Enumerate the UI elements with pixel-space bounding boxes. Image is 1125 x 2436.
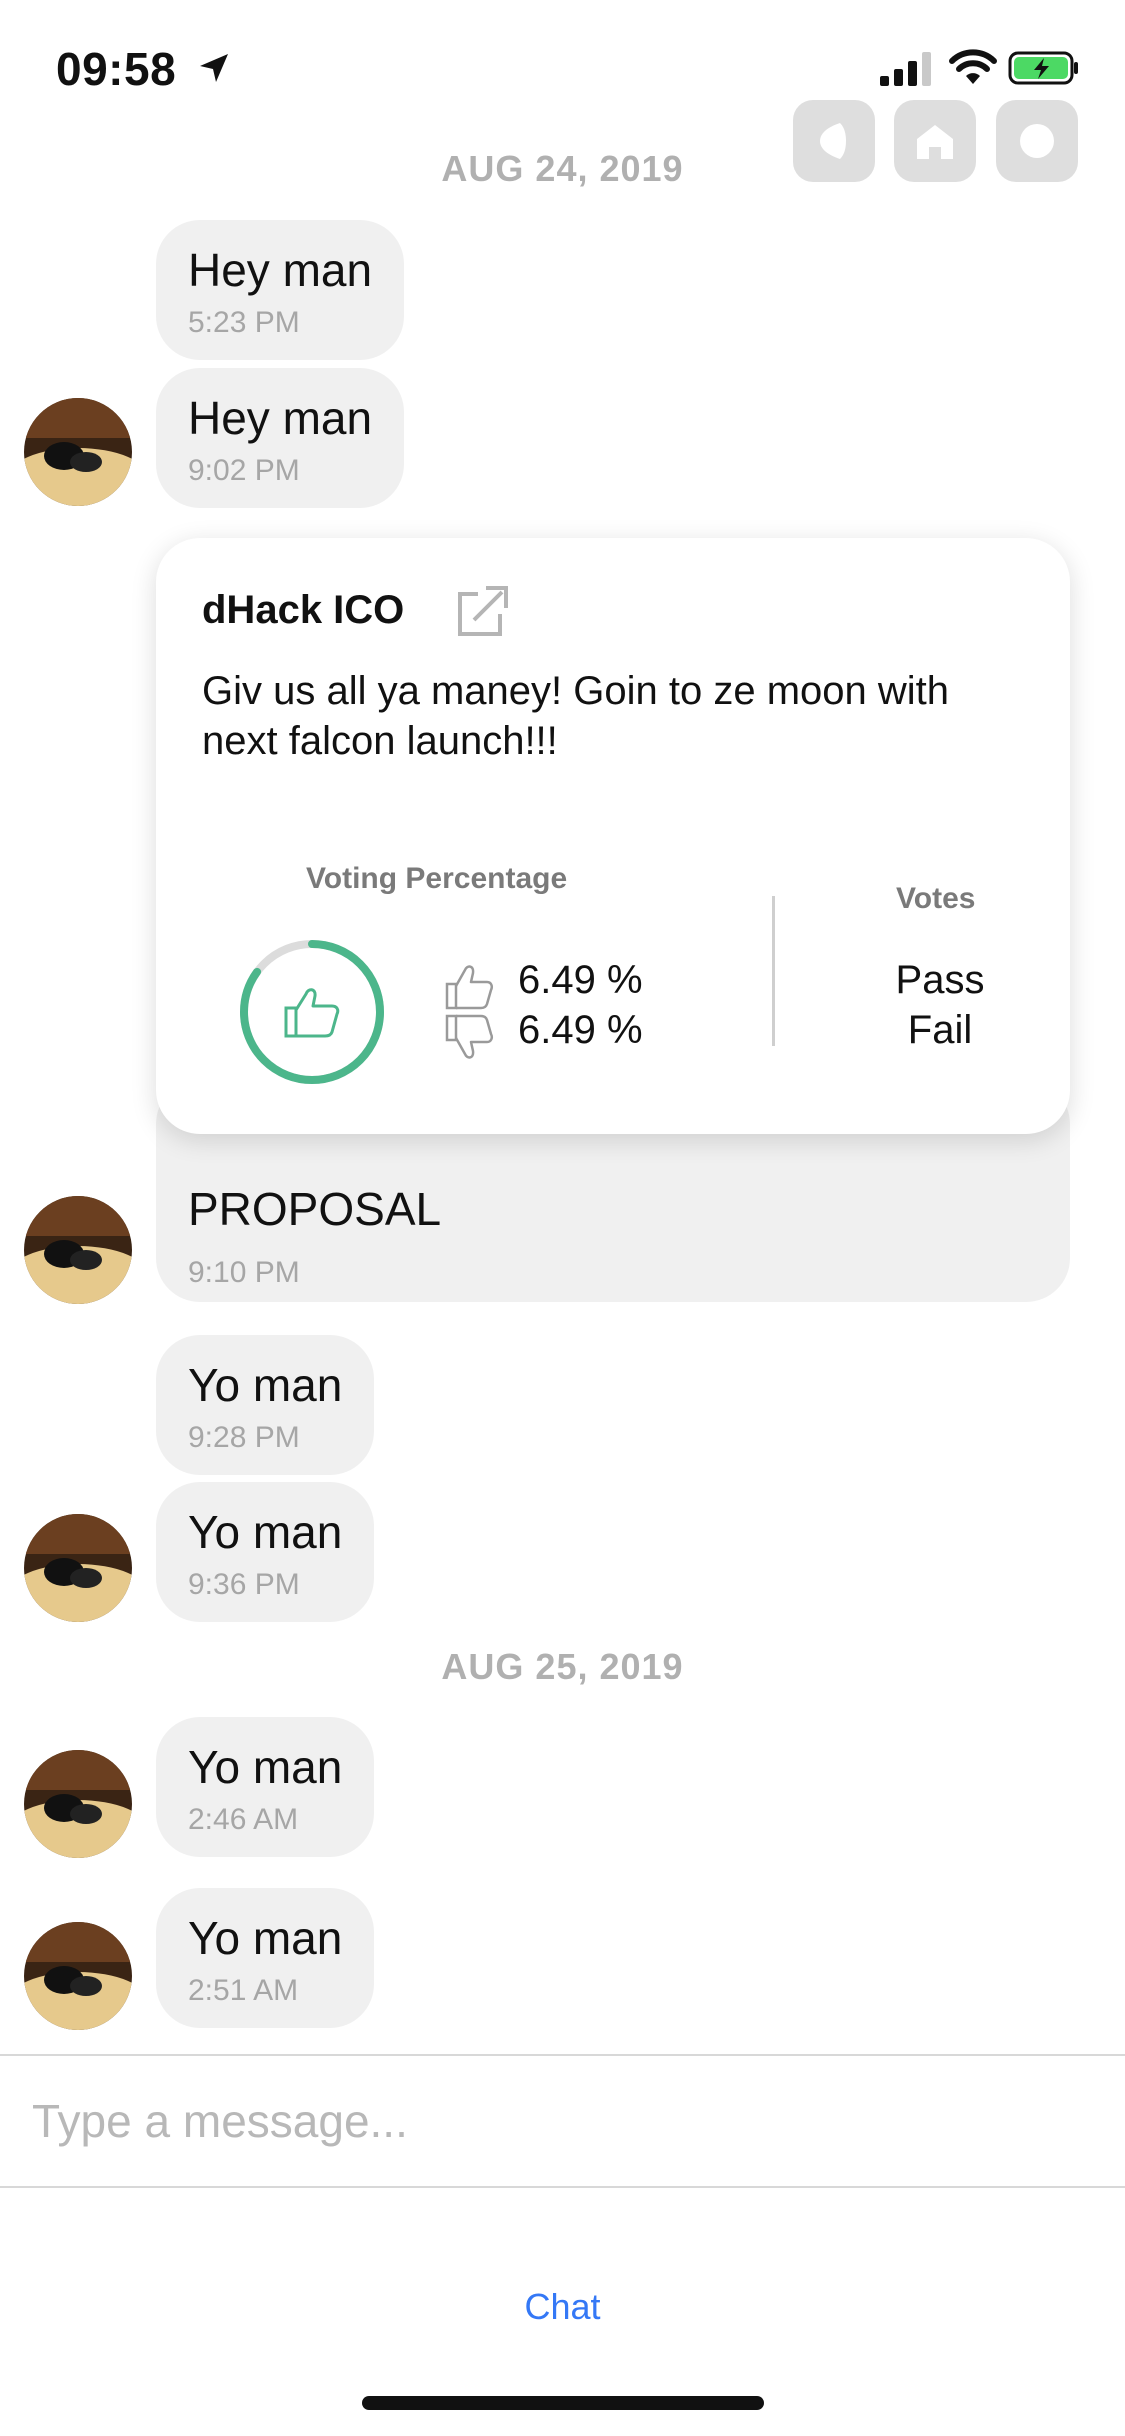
message-input[interactable]: [0, 2056, 1125, 2186]
message-bubble[interactable]: Yo man 2:51 AM: [156, 1888, 375, 2028]
avatar-image: [24, 1922, 132, 2030]
fail-percentage: 6.49 %: [518, 1008, 643, 1052]
avatar[interactable]: [24, 1514, 132, 1622]
proposal-description: Giv us all ya maney! Goin to ze moon wit…: [202, 669, 949, 763]
message-text: Yo man: [188, 1359, 343, 1411]
date-separator: AUG 25, 2019: [441, 1646, 684, 1687]
message-text: Yo man: [188, 1741, 343, 1793]
votes-heading: Votes: [896, 882, 976, 915]
battery-charging-icon: [1008, 51, 1078, 85]
cellular-signal-icon: [880, 52, 931, 86]
external-link-icon[interactable]: [454, 582, 510, 638]
message-time: 9:28 PM: [188, 1421, 300, 1454]
message-time: 9:36 PM: [188, 1568, 300, 1601]
pass-percentage: 6.49 %: [518, 958, 643, 1002]
home-indicator: [362, 2396, 764, 2410]
tab-chat[interactable]: Chat: [0, 2286, 1125, 2328]
avatar-image: [24, 1196, 132, 1304]
avatar-image: [24, 1750, 132, 1858]
date-separator: AUG 24, 2019: [441, 148, 684, 189]
message-bubble[interactable]: Yo man 9:28 PM: [156, 1335, 375, 1475]
message-time: 9:02 PM: [188, 454, 300, 487]
proposal-title: dHack ICO: [202, 588, 405, 632]
message-text: Yo man: [188, 1912, 343, 1964]
avatar[interactable]: [24, 1922, 132, 2030]
wifi-icon: [949, 49, 997, 84]
voting-gauge: [240, 940, 384, 1084]
voting-percentage-heading: Voting Percentage: [306, 862, 568, 895]
location-arrow-icon: [200, 54, 228, 82]
message-text: Hey man: [188, 392, 373, 444]
message-bubble[interactable]: Hey man 9:02 PM: [156, 368, 405, 508]
message-bubble[interactable]: Yo man 9:36 PM: [156, 1482, 375, 1622]
avatar-image: [24, 1514, 132, 1622]
thumbs-down-icon: [445, 1014, 494, 1059]
message-bubble[interactable]: Yo man 2:46 AM: [156, 1717, 375, 1857]
avatar[interactable]: [24, 398, 132, 506]
message-time: 2:51 AM: [188, 1974, 299, 2007]
avatar-image: [24, 398, 132, 506]
divider: [772, 896, 775, 1046]
message-time: 9:10 PM: [188, 1256, 300, 1289]
message-text: Hey man: [188, 244, 373, 296]
fail-vote-label: Fail: [907, 1008, 973, 1052]
proposal-label: PROPOSAL: [188, 1183, 442, 1235]
message-time: 5:23 PM: [188, 306, 300, 339]
avatar[interactable]: [24, 1196, 132, 1304]
divider: [0, 2186, 1125, 2188]
message-bubble[interactable]: Hey man 5:23 PM: [156, 220, 405, 360]
pass-vote-label: Pass: [895, 958, 985, 1002]
message-time: 2:46 AM: [188, 1803, 299, 1836]
status-time: 09:58: [56, 43, 177, 95]
message-text: Yo man: [188, 1506, 343, 1558]
avatar[interactable]: [24, 1750, 132, 1858]
thumbs-up-icon: [284, 988, 340, 1038]
thumbs-up-icon: [445, 965, 494, 1010]
proposal-card[interactable]: dHack ICO Giv us all ya maney! Goin to z…: [156, 538, 1070, 1134]
